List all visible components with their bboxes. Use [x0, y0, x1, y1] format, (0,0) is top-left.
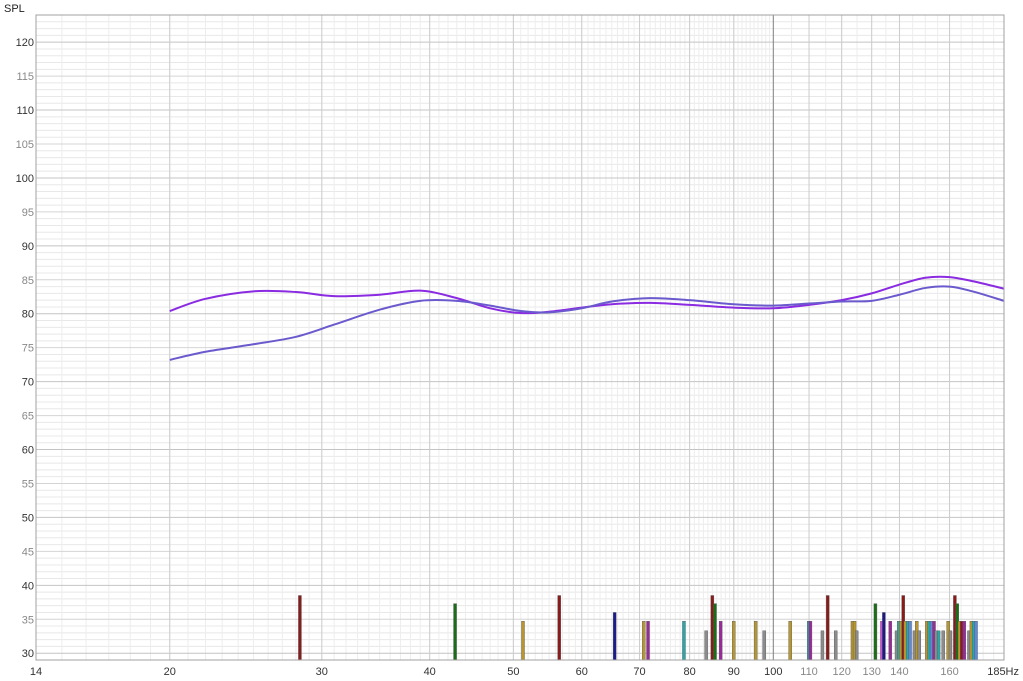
- filter-bar: [612, 612, 617, 661]
- y-tick-label: 65: [22, 411, 34, 423]
- y-tick-label: 50: [22, 512, 34, 524]
- y-tick-label: 120: [16, 37, 34, 49]
- filter-bar: [941, 630, 945, 661]
- filter-bar: [820, 630, 825, 661]
- y-tick-label: 75: [22, 343, 34, 355]
- y-axis-title: SPL: [4, 3, 25, 15]
- plot-background: [36, 15, 1004, 660]
- y-tick-label: 30: [22, 648, 34, 660]
- x-tick-label: 20: [164, 666, 176, 678]
- x-tick-label: 100: [764, 666, 782, 678]
- y-tick-label: 70: [22, 377, 34, 389]
- x-tick-label: 40: [424, 666, 436, 678]
- filter-bar: [873, 603, 878, 661]
- filter-bar: [732, 621, 736, 661]
- filter-bar: [557, 595, 561, 661]
- y-tick-label: 110: [16, 105, 34, 117]
- y-tick-label: 80: [22, 309, 34, 321]
- y-tick-label: 85: [22, 275, 34, 287]
- filter-bar: [762, 630, 766, 661]
- x-tick-label: 185Hz: [987, 666, 1019, 678]
- x-tick-label: 80: [683, 666, 695, 678]
- filter-bar: [453, 603, 457, 661]
- filter-bar: [833, 630, 838, 661]
- y-tick-label: 45: [22, 546, 34, 558]
- filter-bar: [718, 621, 723, 661]
- filter-bar: [808, 621, 813, 661]
- filter-bar: [704, 630, 708, 661]
- plot-area: [36, 15, 1004, 660]
- y-tick-label: 105: [16, 139, 34, 151]
- y-tick-label: 90: [22, 241, 34, 253]
- x-tick-label: 30: [316, 666, 328, 678]
- filter-bar: [682, 621, 686, 661]
- filter-bar: [753, 621, 758, 661]
- filter-bar: [642, 621, 646, 661]
- y-tick-label: 60: [22, 445, 34, 457]
- filter-bar: [936, 630, 941, 661]
- x-tick-labels: 14 20 30 40 50 60 70 80 90 100 110 120 130 140 160 185H…: [30, 666, 1019, 678]
- filter-bar: [974, 621, 978, 661]
- x-tick-label: 120: [832, 666, 850, 678]
- filter-bar: [646, 621, 650, 661]
- x-tick-label: 140: [890, 666, 908, 678]
- filter-bar: [825, 595, 830, 661]
- filter-bar: [888, 621, 892, 661]
- filter-bar: [908, 621, 912, 661]
- y-tick-label: 95: [22, 207, 34, 219]
- y-tick-label: 100: [16, 173, 34, 185]
- x-tick-label: 14: [30, 666, 42, 678]
- y-tick-label: 115: [16, 71, 34, 83]
- x-tick-label: 130: [863, 666, 881, 678]
- y-tick-label: 40: [22, 580, 34, 592]
- filter-bar: [948, 630, 953, 661]
- y-tick-label: 55: [22, 478, 34, 490]
- filter-bar: [962, 621, 966, 661]
- filter-bar: [854, 630, 859, 661]
- x-tick-label: 90: [728, 666, 740, 678]
- x-tick-label: 110: [800, 666, 818, 678]
- x-tick-label: 60: [576, 666, 588, 678]
- spl-chart: SPL 30 35 40 45 50 55 60 65 70 75 80 85 90 95 100 105 11…: [4, 3, 1019, 678]
- x-tick-label: 160: [940, 666, 958, 678]
- y-tick-label: 35: [22, 614, 34, 626]
- y-tick-labels: 30 35 40 45 50 55 60 65 70 75 80 85 90 95 100 105 110 115…: [16, 37, 34, 660]
- filter-bar: [713, 603, 717, 661]
- filter-bar: [298, 595, 302, 661]
- x-tick-label: 70: [633, 666, 645, 678]
- filter-bar: [788, 621, 792, 661]
- filter-bar: [882, 612, 886, 661]
- x-tick-label: 50: [507, 666, 519, 678]
- filter-bar: [521, 621, 525, 661]
- filter-bar: [917, 630, 922, 661]
